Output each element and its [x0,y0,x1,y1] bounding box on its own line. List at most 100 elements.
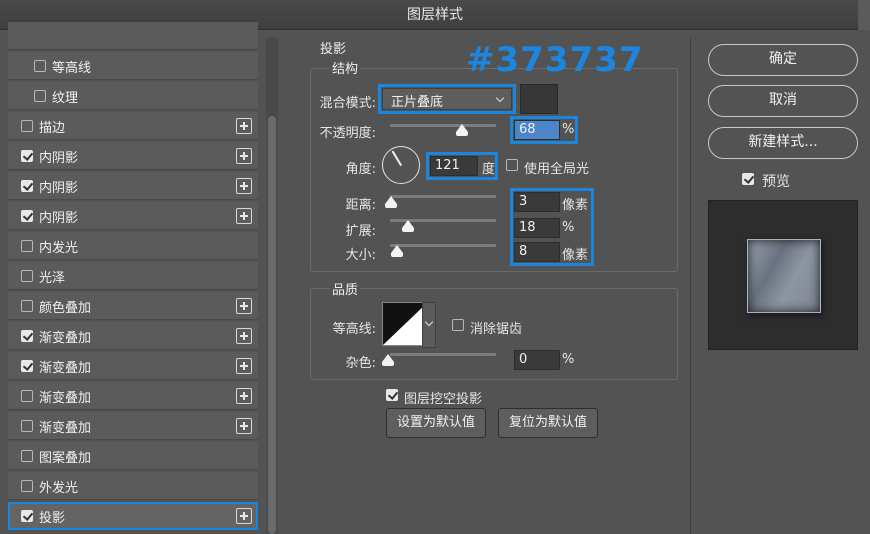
scrollbar-thumb[interactable] [268,116,276,534]
style-list-item[interactable]: 光泽 [8,262,258,290]
preview-label: 预览 [762,174,790,190]
noise-slider-knob[interactable] [382,354,394,366]
opacity-slider-knob[interactable] [456,124,469,136]
preview-checkbox[interactable] [742,173,754,185]
opacity-slider[interactable] [390,124,496,127]
style-checkbox[interactable] [21,360,33,372]
ok-button[interactable]: 确定 [708,44,858,76]
add-effect-plus-icon[interactable] [236,328,252,344]
style-list-scrollbar[interactable] [266,38,278,534]
knockout-checkbox[interactable] [386,389,398,401]
style-checkbox[interactable] [21,240,33,252]
add-effect-plus-icon[interactable] [236,148,252,164]
style-list-item-label: 图案叠加 [39,451,92,466]
knockout-label: 图层挖空投影 [404,392,483,407]
highlight-box [426,152,498,180]
blend-mode-label: 混合模式: [319,96,376,111]
anti-alias-checkbox[interactable] [452,319,464,331]
style-checkbox[interactable] [21,510,33,522]
add-effect-plus-icon[interactable] [236,208,252,224]
style-list-item-label: 描边 [39,121,66,136]
style-list-item[interactable]: 等高线 [8,52,258,80]
spread-slider-knob[interactable] [402,220,414,232]
distance-slider[interactable] [390,195,496,198]
style-list-item-label: 投影 [39,511,66,526]
style-checkbox[interactable] [34,90,46,102]
highlight-box [378,84,516,114]
style-checkbox[interactable] [21,450,33,462]
add-effect-plus-icon[interactable] [236,118,252,134]
style-list-item[interactable]: 内阴影 [8,142,258,170]
style-list-item[interactable]: 纹理 [8,82,258,110]
style-checkbox[interactable] [21,420,33,432]
style-checkbox[interactable] [21,390,33,402]
add-effect-plus-icon[interactable] [236,298,252,314]
style-list-item-partial[interactable] [8,22,258,50]
style-checkbox[interactable] [21,300,33,312]
quality-title: 品质 [330,279,361,298]
style-list-item-label: 内阴影 [39,151,79,166]
style-list-item-label: 外发光 [39,481,79,496]
new-style-button[interactable]: 新建样式... [708,127,858,159]
style-list-item-label: 渐变叠加 [39,331,92,346]
style-list-item[interactable]: 投影 [8,502,258,530]
noise-input[interactable]: 0 [514,350,560,370]
style-list-item-label: 内发光 [39,241,79,256]
global-light-checkbox[interactable] [506,159,518,171]
cancel-button[interactable]: 取消 [708,85,858,117]
size-slider[interactable] [390,244,496,247]
section-title: 投影 [320,42,347,57]
style-list-item[interactable]: 颜色叠加 [8,292,258,320]
add-effect-plus-icon[interactable] [236,418,252,434]
titlebar-edge [858,0,870,30]
style-checkbox[interactable] [21,480,33,492]
angle-label: 角度: [345,162,376,177]
style-list-item[interactable]: 内阴影 [8,172,258,200]
style-list-item-label: 纹理 [52,91,79,106]
distance-slider-knob[interactable] [385,196,397,208]
add-effect-plus-icon[interactable] [236,508,252,524]
style-checkbox[interactable] [34,60,46,72]
style-list-item-label: 内阴影 [39,211,79,226]
style-checkbox[interactable] [21,330,33,342]
style-checkbox[interactable] [21,120,33,132]
style-list-item[interactable]: 渐变叠加 [8,322,258,350]
style-list-item[interactable]: 渐变叠加 [8,352,258,380]
style-list-item[interactable]: 外发光 [8,472,258,500]
structure-title: 结构 [330,58,361,77]
style-list-item[interactable]: 内发光 [8,232,258,260]
add-effect-plus-icon[interactable] [236,388,252,404]
style-list-item-label: 渐变叠加 [39,421,92,436]
size-label: 大小: [345,248,376,263]
window-title: 图层样式 [407,7,463,23]
style-list-item[interactable]: 描边 [8,112,258,140]
style-list-item-label: 内阴影 [39,181,79,196]
style-list-item-label: 光泽 [39,271,66,286]
style-checkbox[interactable] [21,210,33,222]
opacity-label: 不透明度: [319,126,376,141]
size-slider-knob[interactable] [391,245,403,257]
chevron-down-icon [424,317,434,327]
reset-default-button[interactable]: 复位为默认值 [498,408,598,438]
style-list-item-label: 颜色叠加 [39,301,92,316]
contour-dropdown[interactable] [422,302,436,348]
add-effect-plus-icon[interactable] [236,178,252,194]
shadow-color-swatch[interactable] [520,84,558,114]
make-default-button[interactable]: 设置为默认值 [386,408,486,438]
contour-curve [383,303,427,345]
noise-unit: % [562,352,575,367]
style-checkbox[interactable] [21,150,33,162]
style-list-item[interactable]: 渐变叠加 [8,412,258,440]
style-checkbox[interactable] [21,180,33,192]
contour-label: 等高线: [332,322,376,337]
style-list-item[interactable]: 渐变叠加 [8,382,258,410]
preview-swatch [747,239,821,313]
drop-shadow-settings: 投影 结构 混合模式: 正片叠底 不透明度: 68 % 角度: 121 度 使用… [296,38,690,534]
anti-alias-label: 消除锯齿 [470,322,523,337]
add-effect-plus-icon[interactable] [236,358,252,374]
style-checkbox[interactable] [21,270,33,282]
angle-dial[interactable] [382,146,420,184]
noise-slider[interactable] [390,353,496,356]
style-list-item[interactable]: 内阴影 [8,202,258,230]
style-list-item[interactable]: 图案叠加 [8,442,258,470]
